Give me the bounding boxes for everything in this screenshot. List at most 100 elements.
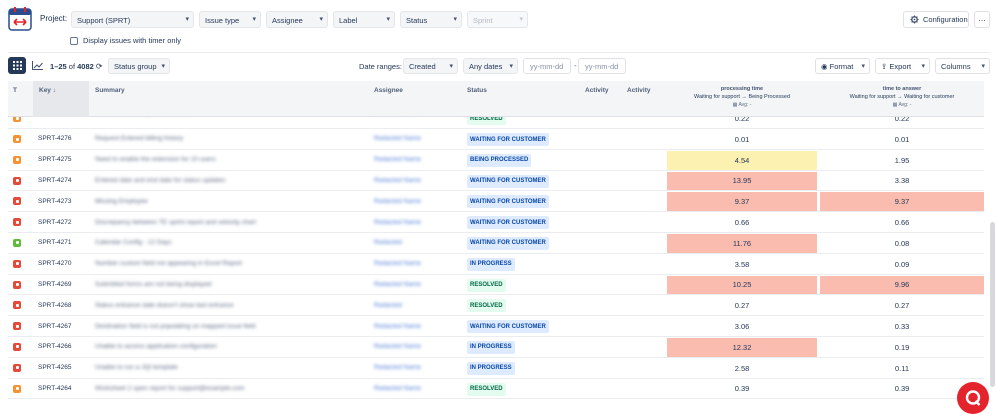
issue-summary[interactable]: Discrepancy between TE sprint report and…: [95, 212, 256, 232]
issue-assignee[interactable]: Redacted Name: [374, 275, 421, 295]
issue-type-icon: [13, 155, 21, 164]
col-assignee[interactable]: Assignee: [374, 87, 403, 94]
vertical-scrollbar[interactable]: [990, 222, 995, 387]
table-row[interactable]: SPRT-4266 Unable to access application co…: [8, 337, 984, 358]
label-select[interactable]: Label ▾: [333, 11, 395, 28]
col-processing-time[interactable]: processing time Waiting for support → Be…: [667, 85, 817, 109]
issue-assignee[interactable]: Redacted Name: [374, 379, 421, 399]
issue-type-icon: [13, 384, 21, 393]
grid-view-button[interactable]: [8, 57, 26, 74]
date-from-input[interactable]: yy-mm-dd: [523, 58, 571, 74]
help-button[interactable]: [957, 382, 989, 414]
filter-bar: Project: Support (SPRT) ▾ Issue type ▾ Ass…: [0, 0, 998, 50]
issue-summary[interactable]: Request Entered billing history: [95, 129, 183, 149]
table-row[interactable]: SPRT-4264 Worksheet 2 open report for sup…: [8, 379, 984, 400]
table-row[interactable]: SPRT-4270 Number custom field not appeari…: [8, 254, 984, 275]
issue-assignee[interactable]: Redacted Name: [374, 191, 421, 211]
issue-key[interactable]: SPRT-4273: [38, 191, 71, 211]
date-field-select[interactable]: Created ▾: [403, 58, 458, 74]
issue-summary[interactable]: Unable to run a JQl template: [95, 358, 178, 378]
more-options-button[interactable]: ...: [974, 11, 990, 28]
issue-summary[interactable]: Need to enable the extension for 10 user…: [95, 150, 216, 170]
issue-key[interactable]: SPRT-4265: [38, 358, 71, 378]
project-select[interactable]: Support (SPRT) ▾: [71, 11, 194, 28]
status-select[interactable]: Status ▾: [400, 11, 462, 28]
issue-assignee[interactable]: Redacted Name: [374, 212, 421, 232]
table-row[interactable]: SPRT-4265 Unable to run a JQl template Red…: [8, 358, 984, 379]
assignee-select[interactable]: Assignee ▾: [266, 11, 328, 28]
issue-key[interactable]: SPRT-4270: [38, 254, 71, 274]
table-row[interactable]: SPRT-4269 Submitted forms are not being d…: [8, 275, 984, 296]
columns-button[interactable]: Columns ▾: [935, 58, 990, 74]
col-time-to-answer[interactable]: time to answer Waiting for support → Wai…: [820, 85, 984, 109]
issue-type-select[interactable]: Issue type ▾: [199, 11, 261, 28]
status-group-select[interactable]: Status group ▾: [108, 58, 170, 74]
timer-only-checkbox[interactable]: [70, 36, 78, 45]
issue-assignee[interactable]: Redacted: [374, 233, 402, 253]
timer-only-option[interactable]: Display issues with timer only: [70, 36, 181, 45]
chart-view-button[interactable]: [28, 57, 46, 74]
issue-key[interactable]: SPRT-4266: [38, 337, 71, 357]
issue-assignee[interactable]: Redacted Name: [374, 316, 421, 336]
issue-assignee[interactable]: Redacted: [374, 295, 402, 315]
date-to-input[interactable]: yy-mm-dd: [578, 58, 626, 74]
issue-key[interactable]: SPRT-4275: [38, 150, 71, 170]
issue-summary[interactable]: Missing Employee: [95, 191, 148, 211]
table-row[interactable]: SPRT-4275 Need to enable the extension fo…: [8, 150, 984, 171]
issue-assignee[interactable]: Redacted Name: [374, 337, 421, 357]
time-to-answer-title: time to answer: [882, 86, 922, 92]
col-type[interactable]: T: [13, 87, 17, 94]
issue-assignee[interactable]: Redacted Name: [374, 358, 421, 378]
col-status[interactable]: Status: [467, 87, 487, 94]
table-row[interactable]: SPRT-4274 Entered date and end date for s…: [8, 171, 984, 192]
issue-assignee[interactable]: Redacted Name: [374, 254, 421, 274]
issue-summary[interactable]: Worksheet 2 open report for support@exam…: [95, 379, 245, 399]
refresh-icon[interactable]: ⟳: [96, 62, 103, 71]
issue-summary[interactable]: Unable to access application configurati…: [95, 337, 217, 357]
issue-type-icon: [13, 259, 21, 268]
issue-assignee[interactable]: Redacted Name: [374, 129, 421, 149]
issue-summary[interactable]: Destination field is not populating on m…: [95, 316, 255, 336]
issue-key[interactable]: SPRT-4272: [38, 212, 71, 232]
issue-assignee[interactable]: Redacted Name: [374, 117, 421, 119]
issue-type-icon: [13, 238, 21, 247]
issue-key[interactable]: SPRT-4267: [38, 316, 71, 336]
issue-key[interactable]: SPRT-4276: [38, 129, 71, 149]
col-activity-2[interactable]: Activity: [627, 87, 650, 94]
issue-summary[interactable]: Redacted summary text for issue: [95, 117, 190, 119]
table-row[interactable]: SPRT-4268 Status entrance date doesn't sh…: [8, 295, 984, 317]
issue-key[interactable]: SPRT-4271: [38, 233, 71, 253]
issue-key[interactable]: SPRT-4268: [38, 295, 71, 315]
issue-summary[interactable]: Submitted forms are not being displayed: [95, 275, 211, 295]
table-row[interactable]: SPRT-4277 Redacted summary text for issue…: [8, 117, 984, 129]
issue-summary[interactable]: Status entrance date doesn't show last e…: [95, 295, 234, 315]
issue-assignee[interactable]: Redacted Name: [374, 171, 421, 191]
table-row[interactable]: SPRT-4267 Destination field is not popula…: [8, 316, 984, 337]
issue-summary[interactable]: Number custom field not appearing in Exc…: [95, 254, 242, 274]
issue-key[interactable]: SPRT-4269: [38, 275, 71, 295]
col-key[interactable]: Key ↓: [33, 81, 89, 117]
issue-type-icon: [13, 301, 21, 310]
processing-time-value: 12.32: [667, 337, 817, 357]
chevron-down-icon: ▾: [453, 16, 457, 23]
issue-type-icon: [13, 218, 21, 227]
format-button[interactable]: ◉ Format ▾: [815, 58, 870, 74]
time-to-answer-value: 0.66: [894, 218, 910, 228]
issue-key[interactable]: SPRT-4264: [38, 379, 71, 399]
issue-key[interactable]: SPRT-4277: [38, 117, 71, 119]
col-activity-1[interactable]: Activity: [585, 87, 608, 94]
col-summary[interactable]: Summary: [95, 87, 125, 94]
table-row[interactable]: SPRT-4276 Request Entered billing history…: [8, 129, 984, 150]
chevron-down-icon: ▾: [185, 16, 189, 23]
table-row[interactable]: SPRT-4272 Discrepancy between TE sprint r…: [8, 212, 984, 233]
configuration-button[interactable]: Configuration: [903, 11, 969, 28]
table-row[interactable]: SPRT-4273 Missing Employee Redacted Name WA…: [8, 191, 984, 213]
table-row[interactable]: SPRT-4271 Calendar Config - 12 Days Redact…: [8, 233, 984, 254]
processing-time-value: 0.22: [734, 117, 750, 123]
export-button[interactable]: ⇪ Export ▾: [875, 58, 930, 74]
date-preset-select[interactable]: Any dates ▾: [463, 58, 518, 74]
issue-summary[interactable]: Calendar Config - 12 Days: [95, 233, 172, 253]
issue-assignee[interactable]: Redacted Name: [374, 150, 421, 170]
issue-key[interactable]: SPRT-4274: [38, 171, 71, 191]
issue-summary[interactable]: Entered date and end date for status upd…: [95, 171, 225, 191]
